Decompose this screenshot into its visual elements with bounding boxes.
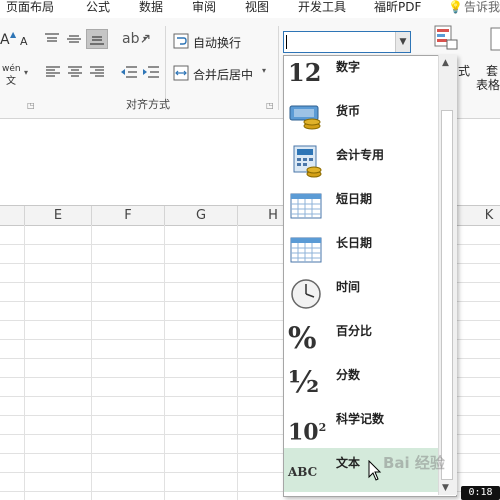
chevron-down-icon[interactable]: ▾: [24, 68, 28, 77]
format-item-label: 短日期: [336, 192, 373, 206]
scientific-icon: 102: [288, 408, 327, 446]
column-header-g[interactable]: G: [165, 206, 238, 226]
wrap-text-button[interactable]: 自动换行: [173, 32, 273, 50]
format-item-label: 文本: [336, 456, 361, 470]
gridline-v: [24, 225, 25, 500]
number-format-combo[interactable]: ▼: [283, 31, 411, 53]
format-item-label: 科学记数: [336, 412, 385, 426]
column-header-e[interactable]: E: [25, 206, 92, 226]
phonetic-label: wén: [2, 64, 21, 74]
scroll-down-arrow-icon[interactable]: ▼: [442, 483, 449, 493]
abc-icon: ABC: [288, 465, 318, 479]
calendar-short-icon: [290, 193, 322, 219]
combo-dropdown-button[interactable]: ▼: [395, 32, 410, 52]
format-item-label: 货币: [336, 104, 361, 118]
merge-center-label: 合并后居中: [193, 68, 254, 82]
accounting-icon: [293, 145, 322, 178]
styles-fragment-label: 式: [458, 64, 471, 78]
fraction-icon: ½: [288, 365, 320, 400]
format-item-label: 分数: [336, 368, 361, 382]
table-format-icon[interactable]: [490, 26, 500, 52]
format-item-label: 时间: [336, 280, 361, 294]
calendar-long-icon: [290, 237, 322, 263]
phonetic-sub-label: 文: [6, 76, 16, 87]
phonetic-button[interactable]: wén 文: [2, 64, 21, 89]
alignment-group-label: 对齐方式: [126, 98, 170, 111]
align-right-icon[interactable]: [89, 65, 105, 79]
format-item-short-date[interactable]: 短日期: [284, 184, 438, 228]
format-item-scientific[interactable]: 102 科学记数: [284, 404, 438, 448]
format-item-label: 长日期: [336, 236, 373, 250]
gridline-v: [164, 225, 165, 500]
format-item-accounting[interactable]: 会计专用: [284, 140, 438, 184]
currency-icon: [289, 105, 321, 130]
watermark: Bai 经验: [383, 454, 445, 472]
tab-page-layout[interactable]: 页面布局: [6, 0, 54, 14]
font-size-increase-button[interactable]: A: [0, 32, 10, 48]
merge-center-icon: [173, 65, 189, 81]
merge-chevron-icon[interactable]: ▾: [262, 66, 266, 75]
tab-formulas[interactable]: 公式: [86, 0, 110, 14]
wrap-text-icon: [173, 33, 189, 49]
column-header-f[interactable]: F: [92, 206, 165, 226]
format-item-percent[interactable]: % 百分比: [284, 316, 438, 360]
format-item-long-date[interactable]: 长日期: [284, 228, 438, 272]
format-item-number[interactable]: 12 数字: [284, 52, 438, 96]
format-item-time[interactable]: 时间: [284, 272, 438, 316]
format-item-label: 百分比: [336, 324, 373, 338]
percent-icon: %: [288, 321, 317, 356]
mouse-cursor-icon: [368, 460, 382, 481]
alignment-dialog-launcher-icon[interactable]: ◳: [266, 101, 274, 110]
align-bottom-icon: [90, 36, 104, 45]
ribbon-tab-bar: 页面布局 公式 数据 审阅 视图 开发工具 福昕PDF 💡 告诉我: [0, 0, 500, 18]
clock-icon: [291, 279, 321, 309]
video-timer: 0:18: [461, 486, 500, 500]
align-bottom-button[interactable]: [86, 29, 108, 49]
wrap-text-label: 自动换行: [193, 36, 242, 50]
chevron-down-icon: ▼: [399, 37, 407, 47]
column-header-k[interactable]: K: [456, 206, 500, 226]
scientific-base: 10: [288, 419, 319, 446]
tab-data[interactable]: 数据: [139, 0, 163, 14]
tab-foxit-pdf[interactable]: 福昕PDF: [374, 0, 421, 14]
number-12-icon: 12: [288, 58, 322, 87]
arrow-up-icon: ▲: [10, 30, 17, 39]
format-item-currency[interactable]: 货币: [284, 96, 438, 140]
tab-view[interactable]: 视图: [245, 0, 269, 14]
gridline-v: [237, 225, 238, 500]
orientation-chevron-icon[interactable]: ▾: [143, 34, 147, 43]
conditional-formatting-icon[interactable]: [433, 24, 459, 50]
align-middle-icon[interactable]: [66, 32, 82, 46]
scientific-exponent: 2: [318, 421, 327, 434]
increase-indent-icon[interactable]: [142, 65, 160, 79]
text-cursor: [286, 35, 287, 49]
tell-me-search[interactable]: 告诉我: [464, 0, 500, 14]
table-fragment-label-2: 表格: [476, 78, 500, 92]
format-item-label: 会计专用: [336, 148, 385, 162]
align-left-icon[interactable]: [45, 65, 61, 79]
merge-center-button[interactable]: 合并后居中 ▾: [173, 64, 273, 82]
tab-developer[interactable]: 开发工具: [298, 0, 346, 14]
align-center-icon[interactable]: [67, 65, 83, 79]
lightbulb-icon[interactable]: 💡: [448, 0, 463, 14]
format-item-label: 数字: [336, 60, 361, 74]
scrollbar-thumb[interactable]: [441, 110, 453, 480]
font-dialog-launcher-icon[interactable]: ◳: [27, 101, 35, 110]
gridline-v: [91, 225, 92, 500]
scroll-up-arrow-icon[interactable]: ▲: [442, 58, 449, 68]
tab-review[interactable]: 审阅: [192, 0, 216, 14]
column-header-d[interactable]: [0, 206, 25, 226]
font-size-decrease-button[interactable]: A: [20, 35, 28, 48]
decrease-indent-icon[interactable]: [120, 65, 138, 79]
ribbon-divider: [278, 26, 279, 110]
align-top-icon[interactable]: [44, 32, 60, 46]
format-item-fraction[interactable]: ½ 分数: [284, 360, 438, 404]
